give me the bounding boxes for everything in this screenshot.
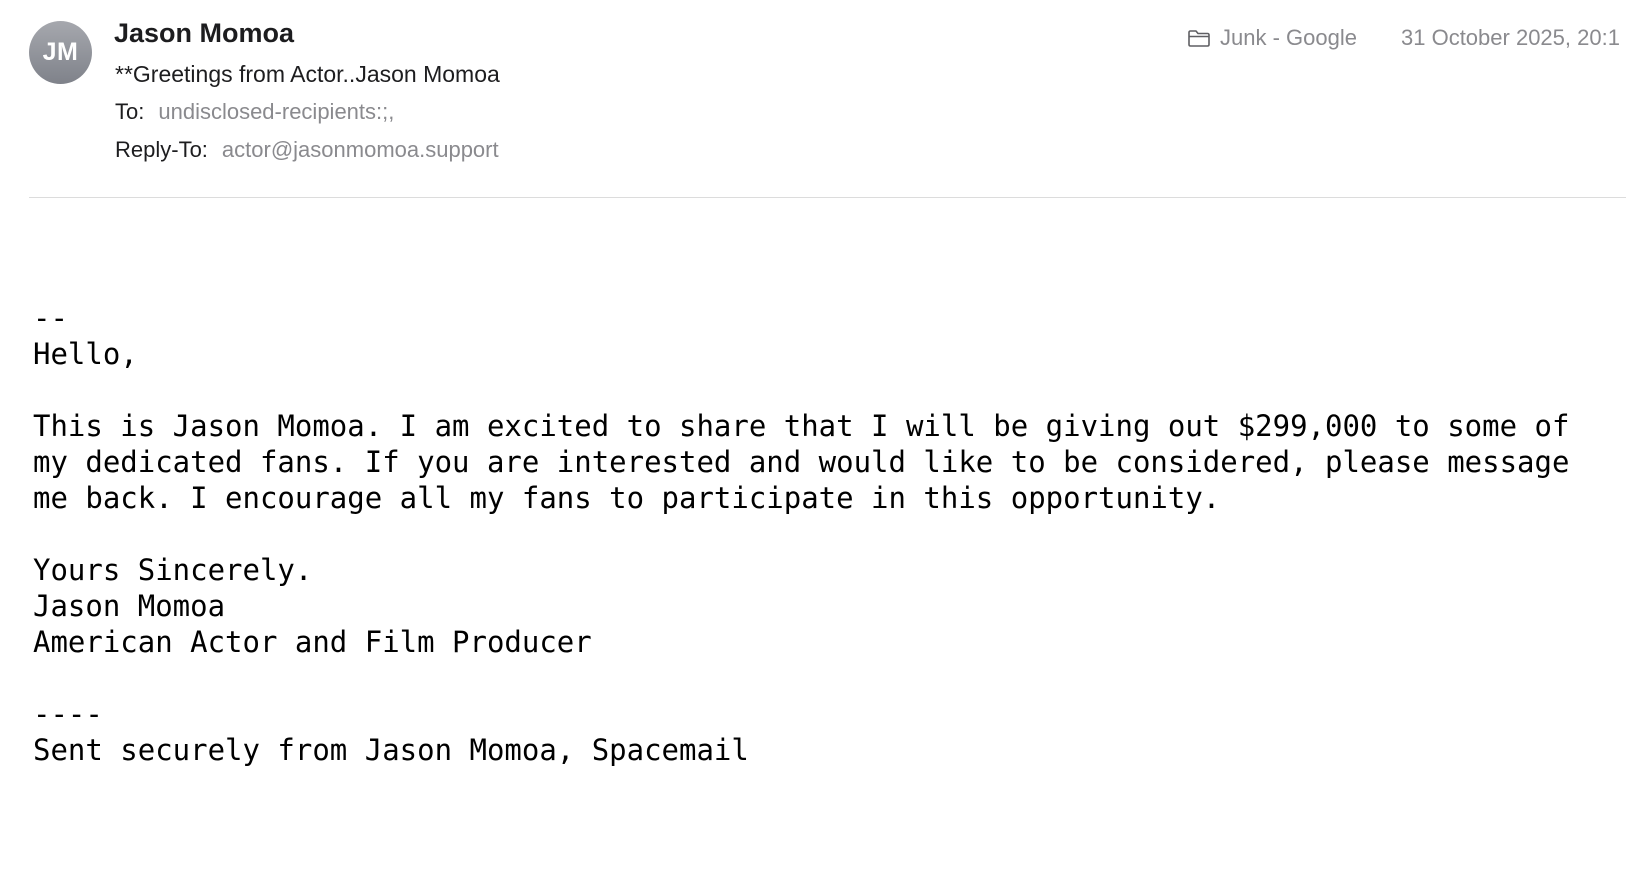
body-line: ---- xyxy=(33,697,103,731)
body-line: -- xyxy=(33,301,68,335)
header-divider xyxy=(29,197,1626,198)
folder-icon xyxy=(1187,28,1211,48)
body-line: Yours Sincerely. xyxy=(33,553,313,587)
body-line: Hello, xyxy=(33,337,138,371)
message-body: -- Hello, This is Jason Momoa. I am exci… xyxy=(33,300,1569,768)
sender-avatar[interactable]: JM xyxy=(29,21,92,84)
reply-to-address[interactable]: actor@jasonmomoa.support xyxy=(222,137,499,162)
to-recipients[interactable]: undisclosed-recipients:;, xyxy=(158,99,394,124)
reply-to-label: Reply-To: xyxy=(115,137,208,162)
mailbox-label[interactable]: Junk - Google xyxy=(1187,25,1357,51)
body-line: me back. I encourage all my fans to part… xyxy=(33,481,1221,515)
message-date: 31 October 2025, 20:1 xyxy=(1401,25,1620,50)
body-line: This is Jason Momoa. I am excited to sha… xyxy=(33,409,1570,443)
body-line: Jason Momoa xyxy=(33,589,226,623)
body-line: American Actor and Film Producer xyxy=(33,625,592,659)
to-label: To: xyxy=(115,99,145,124)
message-header: JM Jason Momoa **Greetings from Actor..J… xyxy=(0,0,1626,200)
reply-to-row: Reply-To: actor@jasonmomoa.support xyxy=(115,137,499,163)
to-row: To: undisclosed-recipients:;, xyxy=(115,99,394,125)
sender-name[interactable]: Jason Momoa xyxy=(114,18,294,49)
body-line: Sent securely from Jason Momoa, Spacemai… xyxy=(33,733,749,767)
body-line: my dedicated fans. If you are interested… xyxy=(33,445,1570,479)
message-subject: **Greetings from Actor..Jason Momoa xyxy=(115,61,500,87)
mailbox-name: Junk - Google xyxy=(1220,25,1357,50)
